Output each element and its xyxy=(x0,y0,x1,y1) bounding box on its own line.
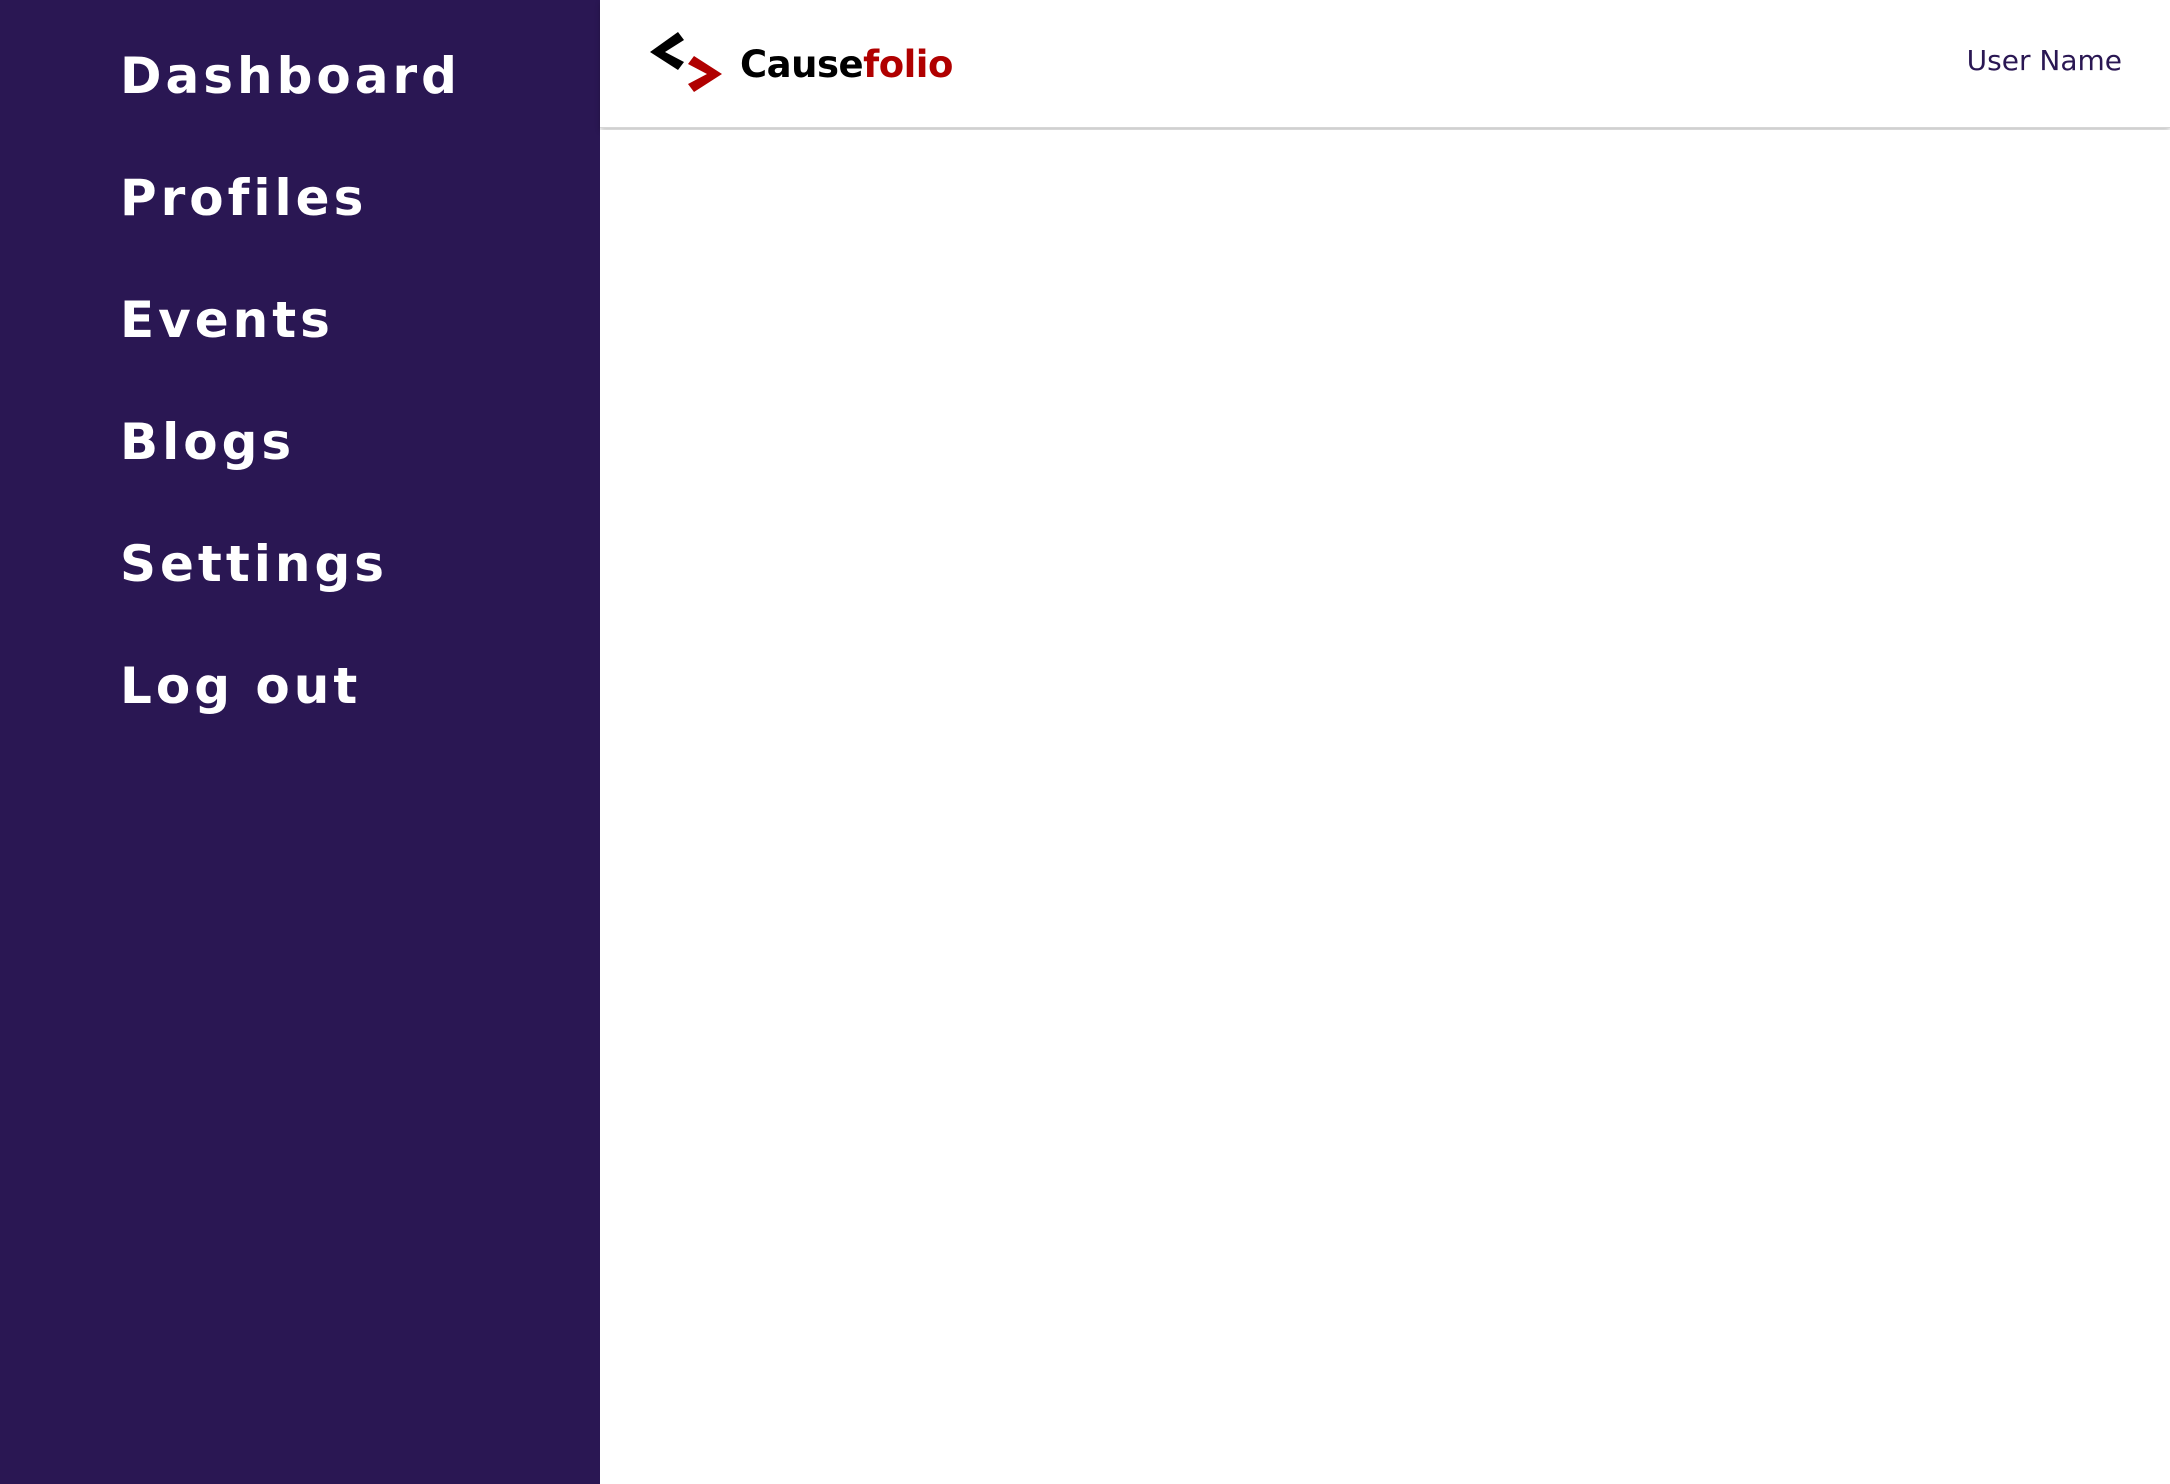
brand-logo[interactable]: Causefolio xyxy=(648,28,953,100)
brand-name: Causefolio xyxy=(740,43,953,86)
brand-name-part-a: Cause xyxy=(740,42,864,86)
sidebar-item-settings[interactable]: Settings xyxy=(120,528,461,650)
sidebar: Dashboard Profiles Events Blogs Settings… xyxy=(0,0,600,1484)
sidebar-item-logout[interactable]: Log out xyxy=(120,650,461,772)
user-name[interactable]: User Name xyxy=(1967,44,2122,77)
sidebar-item-profiles[interactable]: Profiles xyxy=(120,162,461,284)
brand-name-part-b: folio xyxy=(863,42,953,86)
app: Dashboard Profiles Events Blogs Settings… xyxy=(0,0,2170,1484)
code-brackets-icon xyxy=(650,32,722,92)
top-bar: Causefolio User Name xyxy=(600,0,2170,128)
main-content xyxy=(600,130,2170,1484)
sidebar-item-dashboard[interactable]: Dashboard xyxy=(120,40,461,162)
sidebar-item-blogs[interactable]: Blogs xyxy=(120,406,461,528)
sidebar-item-events[interactable]: Events xyxy=(120,284,461,406)
sidebar-nav: Dashboard Profiles Events Blogs Settings… xyxy=(120,40,461,772)
